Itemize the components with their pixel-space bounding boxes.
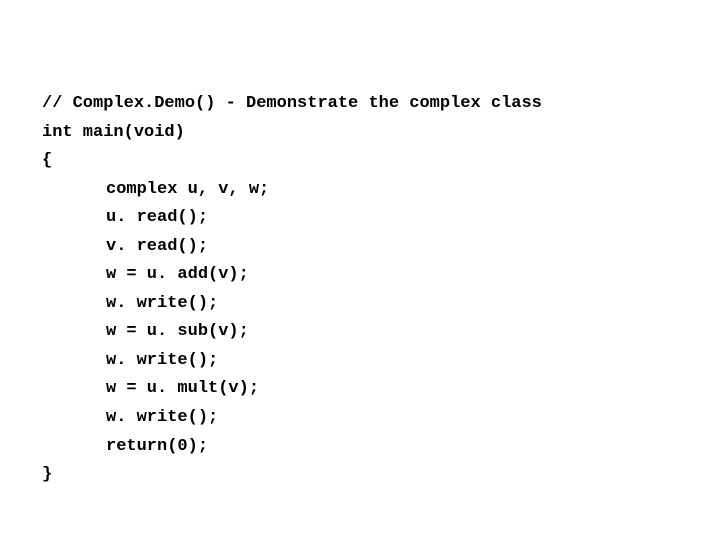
code-line: w = u. sub(v); — [106, 322, 249, 341]
code-line: u. read(); — [106, 208, 208, 227]
code-line: w = u. mult(v); — [106, 379, 259, 398]
code-line: complex u, v, w; — [106, 180, 269, 199]
code-line: w. write(); — [106, 351, 218, 370]
code-line: v. read(); — [106, 237, 208, 256]
code-block: // Complex.Demo() - Demonstrate the comp… — [0, 0, 720, 490]
code-line: { — [42, 151, 52, 170]
code-line: w = u. add(v); — [106, 265, 249, 284]
code-line: return(0); — [106, 437, 208, 456]
code-line: w. write(); — [106, 408, 218, 427]
code-line: } — [42, 465, 52, 484]
code-line: w. write(); — [106, 294, 218, 313]
code-line: int main(void) — [42, 123, 185, 142]
code-line: // Complex.Demo() - Demonstrate the comp… — [42, 94, 542, 113]
